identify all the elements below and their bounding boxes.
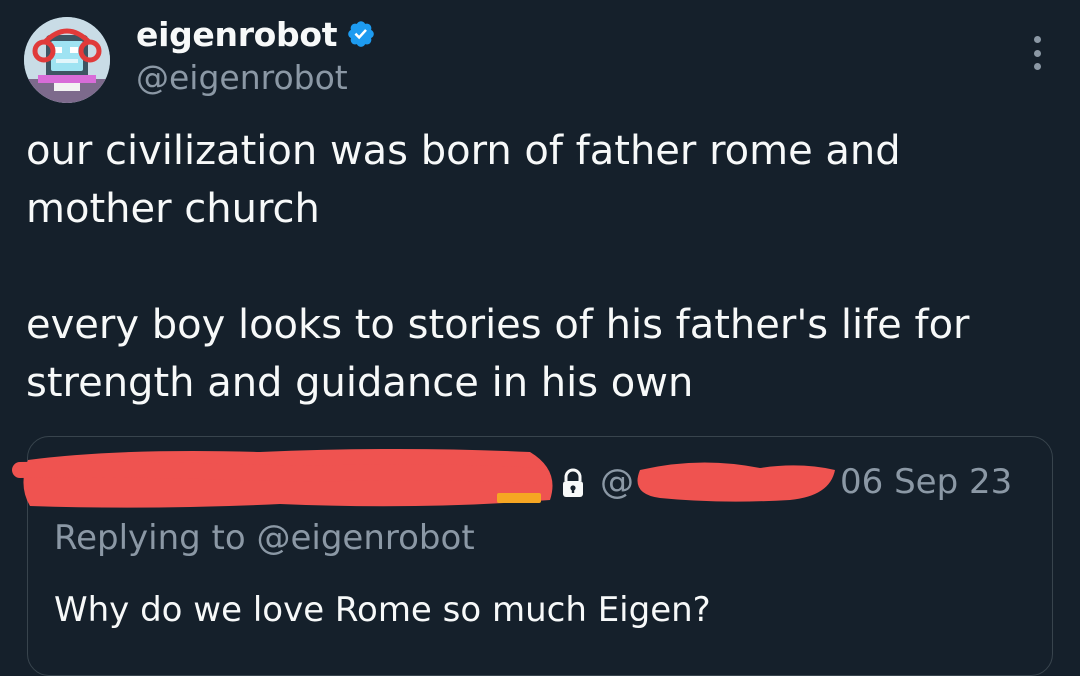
quoted-date[interactable]: 06 Sep 23 (840, 462, 1012, 502)
lock-icon (560, 468, 586, 498)
redaction-marks (12, 449, 835, 508)
tweet-card: eigenrobot @eigenrobot our civilization … (0, 0, 1080, 676)
quoted-handle-prefix[interactable]: @ (600, 462, 634, 502)
orange-badge (497, 493, 541, 503)
quoted-tweet-text: Why do we love Rome so much Eigen? (54, 590, 711, 630)
replying-to[interactable]: Replying to @eigenrobot (54, 518, 475, 558)
